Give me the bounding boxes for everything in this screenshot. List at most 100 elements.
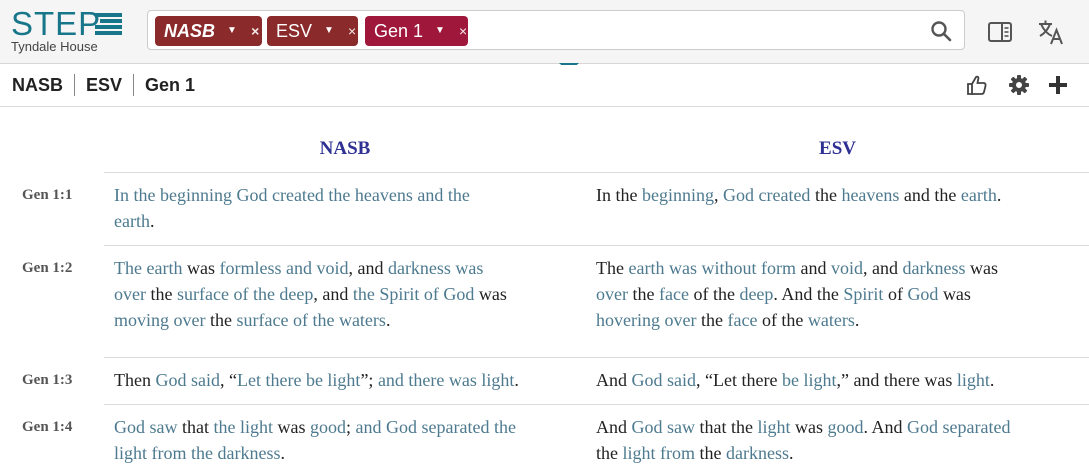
gear-icon[interactable] bbox=[1008, 74, 1030, 96]
linked-word[interactable]: God saw bbox=[114, 417, 178, 437]
breadcrumb-item: NASB bbox=[12, 74, 64, 95]
verse-line: over the surface of the deep, and the Sp… bbox=[114, 281, 507, 307]
search-tag-label: Gen 1 bbox=[374, 21, 424, 41]
search-tag-nasb[interactable]: NASB ▼ × bbox=[155, 16, 262, 46]
dropdown-caret-icon[interactable]: ▼ bbox=[227, 16, 237, 46]
linked-word[interactable]: earth bbox=[961, 185, 997, 205]
linked-word[interactable]: be light bbox=[782, 370, 837, 390]
verse-line: In the beginning, God created the heaven… bbox=[596, 182, 1001, 208]
language-icon[interactable] bbox=[1037, 18, 1065, 46]
linked-word[interactable]: In the beginning God created the heavens… bbox=[114, 185, 470, 205]
linked-word[interactable]: darkness bbox=[726, 443, 789, 463]
linked-word[interactable]: over bbox=[596, 284, 628, 304]
verse-text: And bbox=[596, 370, 632, 390]
linked-word[interactable]: God said bbox=[155, 370, 220, 390]
linked-word[interactable]: good bbox=[310, 417, 346, 437]
step-logo[interactable]: STEP Tyndale House bbox=[11, 7, 131, 57]
verse-text: The bbox=[596, 258, 629, 278]
verse-row-divider bbox=[104, 172, 1089, 173]
breadcrumb-item: Gen 1 bbox=[145, 74, 196, 95]
linked-word[interactable]: God saw bbox=[632, 417, 696, 437]
add-icon[interactable] bbox=[1047, 74, 1069, 96]
search-tag-label: NASB bbox=[164, 21, 216, 41]
verse-text: was bbox=[965, 258, 998, 278]
linked-word[interactable]: and there was light bbox=[378, 370, 514, 390]
linked-word[interactable]: good bbox=[828, 417, 864, 437]
verse-line: the light from the darkness. bbox=[596, 440, 1010, 466]
linked-word[interactable]: formless and void bbox=[219, 258, 348, 278]
linked-word[interactable]: face bbox=[727, 310, 757, 330]
linked-word[interactable]: face bbox=[659, 284, 689, 304]
linked-word[interactable]: over bbox=[114, 284, 146, 304]
linked-word[interactable]: God separated bbox=[907, 417, 1010, 437]
linked-word[interactable]: hovering over bbox=[596, 310, 696, 330]
linked-word[interactable]: light from the darkness bbox=[114, 443, 280, 463]
linked-word[interactable]: the Spirit of God bbox=[353, 284, 475, 304]
linked-word[interactable]: Spirit bbox=[843, 284, 883, 304]
linked-word[interactable]: beginning bbox=[642, 185, 714, 205]
verse-text: . bbox=[996, 185, 1002, 205]
linked-word[interactable]: earth was without form bbox=[628, 258, 795, 278]
verse-text: the bbox=[810, 185, 842, 205]
remove-tag-icon[interactable]: × bbox=[251, 16, 259, 46]
search-tag-esv[interactable]: ESV ▼ × bbox=[267, 16, 358, 46]
verse-text: , “ bbox=[219, 370, 237, 390]
verse-text: and the bbox=[899, 185, 961, 205]
linked-word[interactable]: light bbox=[957, 370, 990, 390]
linked-word[interactable]: darkness was bbox=[388, 258, 483, 278]
dropdown-caret-icon[interactable]: ▼ bbox=[435, 16, 445, 46]
verse-reference[interactable]: Gen 1:2 bbox=[22, 260, 72, 277]
linked-word[interactable]: God created bbox=[723, 185, 810, 205]
linked-word[interactable]: darkness bbox=[902, 258, 965, 278]
verse-text: Then bbox=[114, 370, 156, 390]
linked-word[interactable]: God bbox=[907, 284, 938, 304]
linked-word[interactable]: Let there be light bbox=[237, 370, 360, 390]
linked-word[interactable]: void bbox=[831, 258, 863, 278]
linked-word[interactable]: The earth bbox=[114, 258, 182, 278]
remove-tag-icon[interactable]: × bbox=[348, 16, 356, 46]
linked-word[interactable]: and God separated the bbox=[356, 417, 516, 437]
column-header-esv: ESV bbox=[819, 138, 856, 159]
verse-text: , and bbox=[862, 258, 903, 278]
verse-text: of the bbox=[757, 310, 808, 330]
verse-line: earth. bbox=[114, 208, 470, 234]
verse-row-divider bbox=[104, 245, 1089, 246]
remove-tag-icon[interactable]: × bbox=[459, 16, 467, 46]
linked-word[interactable]: light bbox=[757, 417, 790, 437]
dropdown-caret-icon[interactable]: ▼ bbox=[324, 16, 334, 46]
verse-line: hovering over the face of the waters. bbox=[596, 307, 998, 333]
linked-word[interactable]: deep bbox=[739, 284, 773, 304]
verse-reference[interactable]: Gen 1:4 bbox=[22, 419, 72, 436]
linked-word[interactable]: moving over bbox=[114, 310, 206, 330]
verse-text: . bbox=[385, 310, 391, 330]
verse-reference[interactable]: Gen 1:3 bbox=[22, 372, 72, 389]
verse-text: was bbox=[938, 284, 971, 304]
verse-text-esv: And God said, “Let there be light,” and … bbox=[596, 367, 994, 393]
linked-word[interactable]: earth bbox=[114, 211, 150, 231]
breadcrumb-item: ESV bbox=[86, 74, 123, 95]
verse-text: . And bbox=[863, 417, 908, 437]
search-tag-gen-1[interactable]: Gen 1 ▼ × bbox=[365, 16, 468, 46]
search-box[interactable]: NASB ▼ × ESV ▼ × Gen 1 ▼ × bbox=[147, 10, 965, 50]
linked-word[interactable]: waters bbox=[808, 310, 855, 330]
linked-word[interactable]: light from bbox=[623, 443, 696, 463]
linked-word[interactable]: the light bbox=[214, 417, 274, 437]
verse-line: God saw that the light was good; and God… bbox=[114, 414, 516, 440]
linked-word[interactable]: surface of the deep bbox=[177, 284, 313, 304]
verse-text: was bbox=[790, 417, 828, 437]
verse-line: over the face of the deep. And the Spiri… bbox=[596, 281, 998, 307]
verse-reference[interactable]: Gen 1:1 bbox=[22, 187, 72, 204]
linked-word[interactable]: God said bbox=[632, 370, 697, 390]
linked-word[interactable]: heavens bbox=[841, 185, 899, 205]
side-panel-toggle-icon[interactable] bbox=[987, 20, 1013, 44]
linked-word[interactable]: surface of the waters bbox=[237, 310, 386, 330]
thumbs-up-icon[interactable] bbox=[966, 74, 988, 96]
verse-text: In the bbox=[596, 185, 642, 205]
top-bar: STEP Tyndale House NASB ▼ × ESV ▼ × Gen … bbox=[0, 0, 1089, 64]
verse-line: light from the darkness. bbox=[114, 440, 516, 466]
verse-line: The earth was without form and void, and… bbox=[596, 255, 998, 281]
verse-text: the bbox=[596, 443, 623, 463]
verse-text: was bbox=[474, 284, 507, 304]
breadcrumb: NASB ESV Gen 1 bbox=[12, 74, 195, 96]
search-icon[interactable] bbox=[930, 20, 952, 42]
